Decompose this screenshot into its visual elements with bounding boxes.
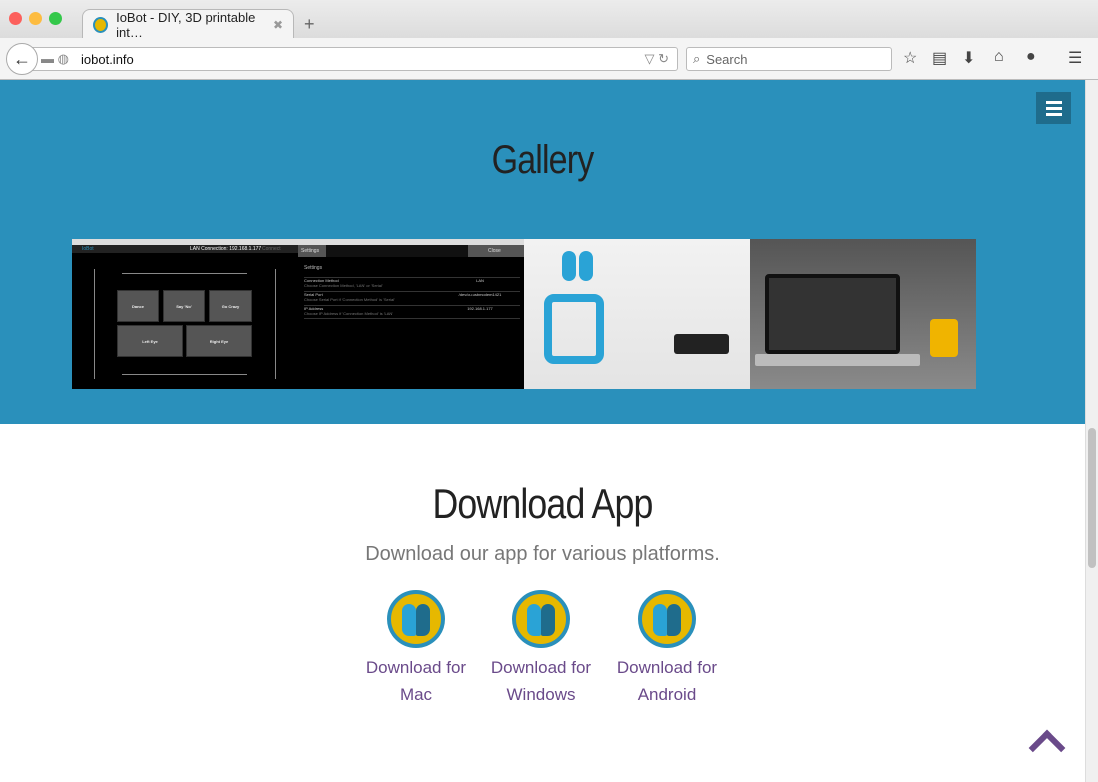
setting-hint: Choose Serial Port if 'Connection Method… [304, 297, 395, 302]
app-pad: Dance [117, 290, 159, 322]
home-icon[interactable]: ⌂ [994, 48, 1004, 66]
bookmark-star-icon[interactable]: ☆ [903, 48, 917, 68]
gallery-image-control-app[interactable]: IoBot LAN Connection: 192.168.1.177 Conn… [72, 239, 298, 389]
search-placeholder: Search [706, 51, 748, 67]
search-icon: ⌕ [693, 51, 701, 66]
new-tab-button[interactable]: + [304, 14, 315, 35]
iobot-favicon-icon [93, 16, 109, 33]
link-line1: Download for [616, 658, 718, 677]
gallery-image-laptop-photo[interactable] [750, 239, 976, 389]
link-line2: Mac [399, 685, 433, 704]
download-icon[interactable]: ⬇ [962, 48, 975, 68]
download-subtitle: Download our app for various platforms. [365, 543, 720, 565]
download-android-link[interactable]: Download for Android [602, 590, 732, 708]
setting-value: 192.168.1.177 [467, 306, 493, 311]
link-line1: Download for [490, 658, 592, 677]
back-button[interactable]: ← [6, 43, 38, 75]
download-windows-link[interactable]: Download for Windows [476, 590, 606, 708]
app-tab: Settings [298, 245, 326, 257]
app-heading: Settings [304, 265, 323, 271]
setting-value: LAN [476, 278, 484, 283]
setting-hint: Choose Connection Method, 'LAN' or 'Seri… [304, 283, 383, 288]
gallery-title: Gallery [491, 138, 595, 182]
app-title: IoBot [82, 246, 94, 252]
scrollbar-thumb[interactable] [1088, 428, 1096, 568]
browser-toolbar: ▬ ◍ iobot.info ▽ ↻ ← ⌕ Search ☆ ▤ ⬇ ⌂ ● … [0, 38, 1098, 80]
identity-icon: ▬ ◍ [41, 51, 69, 66]
iobot-logo-icon [387, 590, 445, 648]
download-mac-link[interactable]: Download for Mac [351, 590, 481, 708]
iobot-logo-icon [512, 590, 570, 648]
app-pad: Right Eye [186, 325, 252, 357]
setting-hint: Choose IP Address if 'Connection Method'… [304, 311, 394, 316]
hamburger-icon[interactable]: ☰ [1068, 48, 1082, 68]
site-menu-button[interactable] [1036, 92, 1071, 124]
maximize-window-button[interactable] [49, 12, 62, 25]
minimize-window-button[interactable] [29, 12, 42, 25]
setting-value: /dev/cu.usbmodem1421 [458, 292, 502, 297]
reload-icon[interactable]: ▽ ↻ [644, 51, 669, 67]
url-bar[interactable]: ▬ ◍ iobot.info ▽ ↻ [32, 47, 678, 71]
close-tab-icon[interactable]: ✖ [273, 18, 283, 32]
app-pad: Left Eye [117, 325, 183, 357]
download-title: Download App [432, 480, 653, 527]
iobot-logo-icon [638, 590, 696, 648]
close-window-button[interactable] [9, 12, 22, 25]
window-titlebar: IoBot - DIY, 3D printable int… ✖ + [0, 0, 1098, 40]
reading-list-icon[interactable]: ▤ [932, 48, 947, 68]
app-connect: Connect [262, 246, 281, 252]
link-line2: Android [637, 685, 697, 704]
app-pad: Go Crazy [209, 290, 252, 322]
url-text: iobot.info [81, 51, 134, 67]
app-status: LAN Connection: 192.168.1.177 [190, 246, 262, 252]
link-line1: Download for [365, 658, 467, 677]
web-page: Gallery IoBot LAN Connection: 192.168.1.… [0, 80, 1085, 782]
gallery-images: IoBot LAN Connection: 192.168.1.177 Conn… [72, 239, 976, 389]
chat-icon[interactable]: ● [1026, 48, 1036, 66]
link-line2: Windows [506, 685, 576, 704]
app-pad: Say 'No' [163, 290, 205, 322]
gallery-section: Gallery IoBot LAN Connection: 192.168.1.… [0, 80, 1085, 424]
gallery-image-settings-app[interactable]: Settings Close Settings Connection Metho… [298, 239, 524, 389]
browser-tab[interactable]: IoBot - DIY, 3D printable int… ✖ [82, 9, 294, 40]
page-scrollbar[interactable] [1085, 80, 1098, 782]
search-input[interactable]: ⌕ Search [686, 47, 892, 71]
tab-title: IoBot - DIY, 3D printable int… [116, 9, 256, 40]
app-close: Close [468, 245, 524, 257]
gallery-image-robot-photo[interactable] [524, 239, 750, 389]
